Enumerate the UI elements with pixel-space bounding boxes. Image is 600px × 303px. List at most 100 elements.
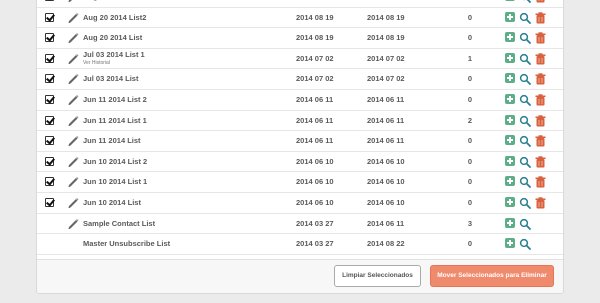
contact-count: 3	[467, 218, 472, 228]
search-icon[interactable]	[519, 72, 531, 86]
modified-date: 2014 08 19	[367, 0, 405, 1]
row-checkbox[interactable]	[45, 95, 54, 104]
search-icon[interactable]	[519, 11, 531, 24]
search-icon[interactable]	[519, 196, 531, 209]
add-contact-icon[interactable]	[505, 11, 515, 22]
trash-icon[interactable]	[535, 134, 546, 147]
table-row: Jun 11 2014 List 2014 06 11 2014 06 11 0	[37, 131, 563, 152]
trash-icon[interactable]	[535, 155, 546, 168]
list-name[interactable]: Sample Contact List	[83, 219, 155, 228]
list-name[interactable]: Master Unsubscribe List	[83, 239, 170, 248]
search-icon[interactable]	[519, 0, 531, 3]
row-checkbox[interactable]	[45, 33, 54, 43]
search-icon[interactable]	[519, 93, 531, 106]
created-date: 2014 06 11	[296, 115, 334, 125]
add-contact-icon[interactable]	[505, 0, 515, 1]
contact-count: 0	[467, 95, 472, 104]
modified-date: 2014 06 11	[367, 115, 405, 125]
table-row: Aug 20 2014 List2 2014 08 19 2014 08 19 0	[37, 8, 563, 29]
add-contact-icon[interactable]	[505, 238, 515, 249]
contact-count: 0	[467, 177, 472, 187]
search-icon[interactable]	[519, 155, 531, 168]
created-date: 2014 06 11	[296, 95, 334, 104]
search-icon[interactable]	[519, 114, 531, 127]
add-contact-icon[interactable]	[505, 73, 515, 84]
trash-icon[interactable]	[535, 175, 546, 188]
search-icon[interactable]	[519, 237, 531, 251]
contact-count: 0	[457, 0, 472, 1]
search-icon[interactable]	[519, 175, 531, 189]
add-contact-icon[interactable]	[505, 217, 515, 228]
pencil-icon[interactable]	[67, 52, 79, 65]
row-checkbox[interactable]	[45, 0, 54, 1]
pencil-icon[interactable]	[67, 31, 79, 44]
pencil-icon[interactable]	[67, 134, 79, 147]
row-checkbox[interactable]	[45, 136, 54, 146]
view-history-link[interactable]: Ver Historial	[83, 60, 110, 66]
list-name[interactable]: Jun 11 2014 List 2	[83, 95, 147, 104]
table-row: Jun 10 2014 List 1 2014 06 10 2014 06 10 0	[37, 172, 563, 193]
clear-selected-button[interactable]: Limpiar Seleccionados	[334, 265, 421, 287]
pencil-icon[interactable]	[67, 155, 79, 168]
add-contact-icon[interactable]	[505, 197, 515, 207]
pencil-icon[interactable]	[67, 93, 79, 106]
list-name[interactable]: Aug 20 2014 List	[83, 33, 142, 42]
pencil-icon[interactable]	[67, 217, 79, 230]
table-row: Jun 11 2014 List 1 2014 06 11 2014 06 11 2	[37, 111, 563, 132]
add-contact-icon[interactable]	[505, 114, 515, 125]
trash-icon[interactable]	[535, 93, 546, 106]
row-checkbox[interactable]	[45, 53, 54, 63]
table-row: Master Unsubscribe List 2014 03 27 2014 08…	[37, 234, 563, 255]
pencil-icon[interactable]	[67, 175, 79, 188]
list-name[interactable]: Aug 20 2014 List2	[83, 13, 146, 22]
add-contact-icon[interactable]	[505, 155, 515, 166]
add-contact-icon[interactable]	[505, 32, 515, 43]
row-checkbox[interactable]	[45, 198, 54, 207]
list-name[interactable]: Jul 03 2014 List 1	[83, 50, 145, 59]
trash-icon[interactable]	[535, 52, 546, 65]
search-icon[interactable]	[519, 134, 531, 148]
row-checkbox[interactable]	[45, 156, 54, 166]
add-contact-icon[interactable]	[505, 176, 515, 187]
modified-date: 2014 07 02	[367, 53, 405, 63]
list-name[interactable]: Jun 11 2014 List 1	[83, 116, 147, 125]
list-name[interactable]: Jun 10 2014 List	[83, 198, 141, 207]
search-icon[interactable]	[519, 31, 531, 45]
contact-count: 0	[467, 198, 472, 207]
modified-date: 2014 06 10	[367, 177, 405, 187]
row-checkbox[interactable]	[45, 115, 54, 125]
add-contact-icon[interactable]	[505, 135, 515, 146]
list-name[interactable]: Aug 20 2014 List3	[83, 0, 146, 1]
row-checkbox[interactable]	[45, 74, 54, 84]
trash-icon[interactable]	[535, 11, 546, 24]
trash-icon[interactable]	[535, 72, 546, 85]
list-name[interactable]: Jun 11 2014 List	[83, 136, 141, 145]
created-date: 2014 07 02	[296, 53, 334, 63]
trash-icon[interactable]	[535, 114, 546, 127]
created-date: 2014 08 19	[296, 0, 334, 1]
pencil-icon[interactable]	[67, 0, 79, 3]
trash-icon[interactable]	[535, 196, 546, 209]
list-name[interactable]: Jun 10 2014 List 2	[83, 157, 147, 166]
add-contact-icon[interactable]	[505, 52, 515, 63]
pencil-icon[interactable]	[67, 72, 79, 85]
contact-count: 0	[467, 33, 472, 43]
trash-icon[interactable]	[535, 0, 546, 3]
list-name[interactable]: Jul 03 2014 List	[83, 74, 138, 83]
modified-date: 2014 06 10	[367, 198, 405, 207]
search-icon[interactable]	[519, 217, 531, 230]
pencil-icon[interactable]	[67, 196, 79, 209]
list-name[interactable]: Jun 10 2014 List 1	[83, 177, 147, 186]
row-checkbox[interactable]	[45, 177, 54, 187]
row-checkbox[interactable]	[45, 12, 54, 22]
contact-count: 1	[467, 53, 472, 63]
trash-icon[interactable]	[535, 31, 546, 44]
modified-date: 2014 08 19	[367, 12, 405, 22]
search-icon[interactable]	[519, 52, 531, 65]
table-row: Aug 20 2014 List 2014 08 19 2014 08 19 0	[37, 28, 563, 49]
pencil-icon[interactable]	[67, 11, 79, 24]
move-selected-to-delete-button[interactable]: Mover Seleccionados para Eliminar	[430, 265, 554, 287]
pencil-icon[interactable]	[67, 114, 79, 127]
add-contact-icon[interactable]	[505, 94, 515, 104]
created-date: 2014 06 10	[296, 198, 334, 207]
